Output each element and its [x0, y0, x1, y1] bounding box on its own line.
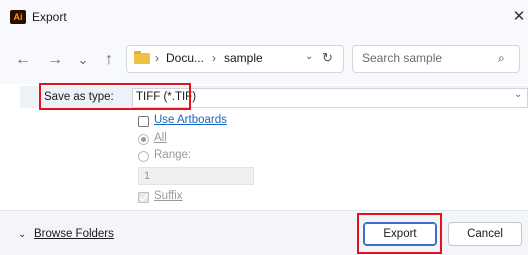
- refresh-icon[interactable]: ↻: [322, 50, 333, 66]
- folder-icon: [134, 51, 150, 64]
- range-input-value[interactable]: 1: [144, 170, 150, 182]
- back-arrow-icon[interactable]: ←: [12, 48, 34, 72]
- all-label: All: [154, 132, 167, 144]
- range-radio[interactable]: [138, 151, 149, 162]
- highlight-box-save-as-type: [39, 83, 191, 110]
- suffix-label: Suffix: [154, 190, 183, 202]
- range-label: Range:: [154, 149, 192, 161]
- address-dropdown-chevron-icon[interactable]: ⌄: [305, 51, 313, 62]
- breadcrumb-documents[interactable]: Docu...: [166, 51, 204, 65]
- highlight-box-export-button: [357, 213, 442, 254]
- browse-folders-chevron-icon[interactable]: ⌄: [18, 229, 26, 240]
- cancel-button[interactable]: Cancel: [448, 222, 522, 246]
- breadcrumb-separator-icon: ›: [212, 51, 216, 65]
- illustrator-app-icon: Ai: [10, 10, 26, 24]
- forward-arrow-icon[interactable]: →: [44, 48, 66, 72]
- save-as-type-chevron-icon[interactable]: ⌄: [514, 89, 522, 100]
- suffix-checkbox[interactable]: [138, 192, 149, 203]
- search-input[interactable]: Search sample: [362, 51, 442, 65]
- radio-selected-dot: [141, 137, 146, 142]
- all-radio[interactable]: [138, 134, 149, 145]
- recent-locations-chevron-icon[interactable]: ⌄: [72, 48, 94, 72]
- breadcrumb-separator-icon: ›: [155, 51, 159, 65]
- up-arrow-icon[interactable]: ↑: [98, 48, 120, 72]
- search-icon[interactable]: ⌕: [498, 51, 505, 66]
- use-artboards-label[interactable]: Use Artboards: [154, 114, 227, 126]
- range-input[interactable]: [138, 167, 254, 185]
- use-artboards-checkbox[interactable]: [138, 116, 149, 127]
- breadcrumb-sample[interactable]: sample: [224, 51, 263, 65]
- title-bar: [0, 0, 528, 34]
- window-title: Export: [32, 10, 67, 24]
- browse-folders-toggle[interactable]: Browse Folders: [34, 228, 114, 240]
- checkmark-icon: [139, 194, 148, 202]
- close-icon[interactable]: ✕: [510, 7, 528, 27]
